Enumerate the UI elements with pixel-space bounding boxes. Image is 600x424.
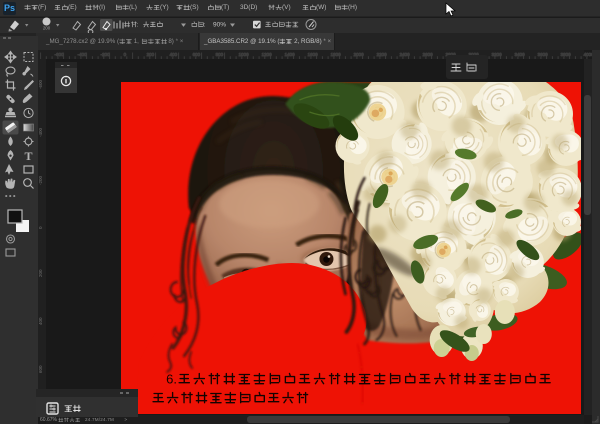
svg-text:200: 200 [38,269,43,277]
svg-text:-600: -600 [38,79,43,89]
svg-text:1200: 1200 [262,52,273,57]
svg-text:-400: -400 [38,127,43,137]
svg-text:2400: 2400 [400,52,411,57]
svg-text:200: 200 [147,52,155,57]
svg-text:1000: 1000 [239,52,250,57]
svg-text:800: 800 [216,52,224,57]
svg-text::: : [137,22,139,29]
svg-text:3400: 3400 [515,52,526,57]
svg-text:90%: 90% [213,22,226,29]
svg-text:1600: 1600 [308,52,319,57]
svg-text:-600: -600 [55,52,65,57]
svg-text:1800: 1800 [331,52,342,57]
svg-text:0: 0 [124,52,127,57]
svg-text:1400: 1400 [285,52,296,57]
svg-text:3200: 3200 [492,52,503,57]
svg-text:200: 200 [43,26,51,31]
svg-text:600: 600 [38,365,43,373]
svg-text:0: 0 [38,226,43,229]
svg-text::: : [204,22,206,29]
svg-text:-400: -400 [78,52,88,57]
svg-text:3800: 3800 [561,52,572,57]
svg-text:2000: 2000 [354,52,365,57]
svg-text:400: 400 [38,317,43,325]
svg-text:T: T [24,149,32,163]
svg-text:6.: 6. [166,372,177,387]
svg-text:600: 600 [193,52,201,57]
svg-text:400: 400 [170,52,178,57]
svg-text:3600: 3600 [538,52,549,57]
svg-text:-200: -200 [38,175,43,185]
svg-text:2200: 2200 [377,52,388,57]
svg-text:-200: -200 [101,52,111,57]
svg-text:2600: 2600 [423,52,434,57]
